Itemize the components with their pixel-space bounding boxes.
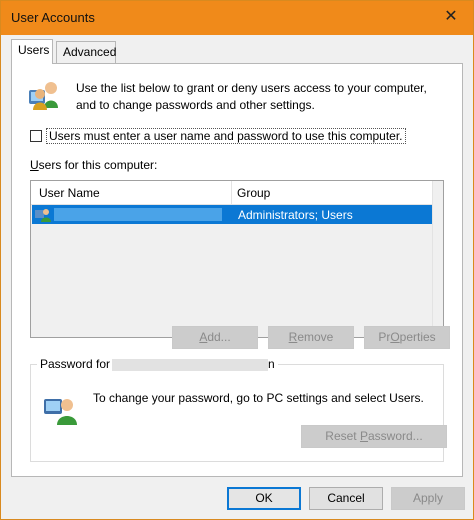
group-cell: Administrators; Users bbox=[238, 208, 353, 222]
remove-rest: emove bbox=[297, 330, 334, 344]
cancel-button[interactable]: Cancel bbox=[309, 487, 383, 510]
list-header: User Name Group bbox=[31, 181, 434, 205]
window-title: User Accounts bbox=[11, 10, 95, 25]
user-icon bbox=[35, 209, 51, 222]
remove-accel: R bbox=[288, 330, 298, 344]
user-name-cell bbox=[54, 208, 222, 221]
reset-password-button[interactable]: Reset Password... bbox=[301, 425, 447, 448]
title-bar: User Accounts ✕ bbox=[1, 1, 473, 35]
table-row[interactable]: Administrators; Users bbox=[32, 205, 434, 224]
tab-users[interactable]: Users bbox=[11, 39, 53, 64]
users-list-label-rest: sers for this computer: bbox=[38, 158, 158, 172]
add-button[interactable]: Add... bbox=[172, 326, 258, 349]
redacted-username bbox=[112, 358, 269, 371]
password-group: Password for n To change your password, g… bbox=[30, 357, 447, 462]
ok-button[interactable]: OK bbox=[227, 487, 301, 510]
require-login-label[interactable]: Users must enter a user name and passwor… bbox=[46, 128, 406, 144]
password-group-prefix: Password for bbox=[40, 357, 111, 371]
password-description: To change your password, go to PC settin… bbox=[93, 391, 424, 405]
users-tab-panel: Use the list below to grant or deny user… bbox=[11, 63, 463, 477]
password-group-title: Password for n bbox=[37, 357, 278, 371]
column-divider[interactable] bbox=[231, 181, 232, 204]
add-rest: dd... bbox=[207, 330, 231, 344]
properties-pre: Pr bbox=[378, 330, 391, 344]
close-icon[interactable]: ✕ bbox=[439, 6, 463, 28]
column-user-name[interactable]: User Name bbox=[39, 186, 100, 200]
reset-pre: Reset bbox=[325, 429, 360, 443]
properties-accel: O bbox=[390, 330, 400, 344]
users-icon bbox=[29, 82, 58, 110]
require-login-checkbox[interactable] bbox=[30, 130, 42, 142]
users-listview[interactable]: User Name Group Administrators; Users bbox=[30, 180, 444, 338]
password-user-icon bbox=[44, 399, 77, 425]
intro-text: Use the list below to grant or deny user… bbox=[76, 81, 427, 112]
password-group-suffix: n bbox=[268, 357, 275, 371]
remove-button[interactable]: Remove bbox=[268, 326, 354, 349]
users-list-label: Users for this computer: bbox=[30, 158, 157, 172]
column-group[interactable]: Group bbox=[237, 186, 270, 200]
apply-button[interactable]: Apply bbox=[391, 487, 465, 510]
tab-advanced[interactable]: Advanced bbox=[56, 41, 116, 63]
properties-rest: perties bbox=[399, 330, 436, 344]
users-list-label-accel: U bbox=[30, 158, 39, 172]
properties-button[interactable]: PrOperties bbox=[364, 326, 450, 349]
reset-accel: P bbox=[359, 429, 368, 443]
vertical-scrollbar[interactable] bbox=[432, 181, 443, 337]
reset-rest: assword... bbox=[368, 429, 423, 443]
user-accounts-window: User Accounts ✕ Users Advanced Use the l… bbox=[0, 0, 474, 520]
